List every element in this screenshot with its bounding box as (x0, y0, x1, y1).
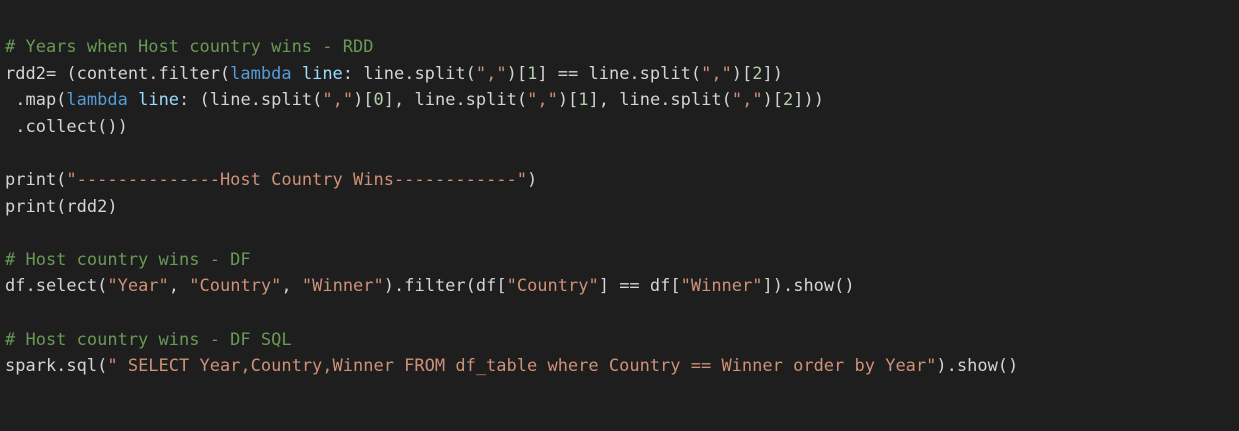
code-string: "Winner" (301, 276, 384, 297)
code-string: "," (701, 63, 732, 84)
code-text: )[ (557, 90, 579, 111)
code-text: .map( (5, 90, 67, 111)
code-text: df.select( (5, 276, 108, 297)
code-string: "Country" (506, 276, 599, 297)
code-text: ) (527, 169, 538, 190)
code-number: 0 (373, 90, 384, 111)
code-text: , (281, 276, 302, 297)
code-text: )[ (731, 63, 753, 84)
code-text: print(rdd2) (5, 196, 118, 217)
code-number: 2 (752, 63, 763, 84)
code-line: # Host country wins - DF (5, 247, 1239, 274)
code-text: ] == df[ (598, 276, 681, 297)
code-line: # Host country wins - DF SQL (5, 327, 1239, 354)
code-text: ).filter(df[ (383, 276, 507, 297)
code-editor[interactable]: # Years when Host country wins - RDD rdd2… (0, 0, 1239, 431)
code-string: "--------------Host Country Wins--------… (66, 169, 527, 190)
code-line: spark.sql(" SELECT Year,Country,Winner F… (5, 353, 1239, 380)
code-string: "," (322, 90, 354, 111)
code-comment: # Years when Host country wins - RDD (5, 37, 374, 57)
code-comment: # Host country wins - DF (5, 249, 251, 270)
code-text: )[ (353, 90, 374, 111)
code-string: " SELECT Year,Country,Winner FROM df_tab… (107, 356, 937, 377)
code-text: ], line.split( (588, 90, 732, 111)
code-identifier: line (301, 63, 343, 84)
code-line: ​ (5, 140, 1239, 167)
code-text: rdd2= (content.filter( (5, 63, 231, 84)
code-string: "Winner" (680, 276, 763, 297)
code-line: ​ (5, 220, 1239, 247)
code-text: print( (5, 169, 67, 190)
code-number: 2 (783, 90, 794, 111)
code-number: 1 (527, 63, 538, 84)
code-text: : line.split( (342, 63, 476, 84)
code-text: )[ (506, 63, 528, 84)
code-keyword: lambda (230, 63, 292, 84)
code-line: .collect()) (5, 114, 1239, 141)
code-text: ).show() (936, 356, 1019, 377)
code-line: rdd2= (content.filter(lambda line: line.… (5, 61, 1239, 88)
code-text: ]).show() (762, 276, 855, 297)
code-text: , (168, 276, 190, 297)
code-line: ​ (5, 300, 1239, 327)
code-line: df.select("Year", "Country", "Winner").f… (5, 273, 1239, 300)
code-line: .map(lambda line: (line.split(",")[0], l… (5, 87, 1239, 114)
code-string: "," (475, 63, 507, 84)
code-comment: # Host country wins - DF SQL (5, 329, 292, 350)
code-text: spark.sql( (5, 356, 108, 377)
code-text: )[ (762, 90, 784, 111)
code-number: 1 (578, 90, 589, 111)
code-text: ] == line.split( (537, 63, 702, 84)
code-line: # Years when Host country wins - RDD (5, 34, 1239, 61)
code-text: .collect()) (5, 116, 128, 137)
code-text: : (line.split( (179, 90, 323, 111)
code-text: ], line.split( (383, 90, 528, 111)
code-line: print(rdd2) (5, 194, 1239, 221)
code-line: print("--------------Host Country Wins--… (5, 167, 1239, 194)
code-string: "," (527, 90, 558, 111)
code-keyword: lambda (66, 90, 128, 111)
code-text: ])) (793, 90, 825, 111)
code-string: "Country" (189, 276, 282, 297)
code-text: ]) (762, 63, 784, 84)
code-string: "," (731, 90, 763, 111)
code-string: "Year" (107, 276, 169, 297)
code-identifier: line (138, 90, 180, 111)
